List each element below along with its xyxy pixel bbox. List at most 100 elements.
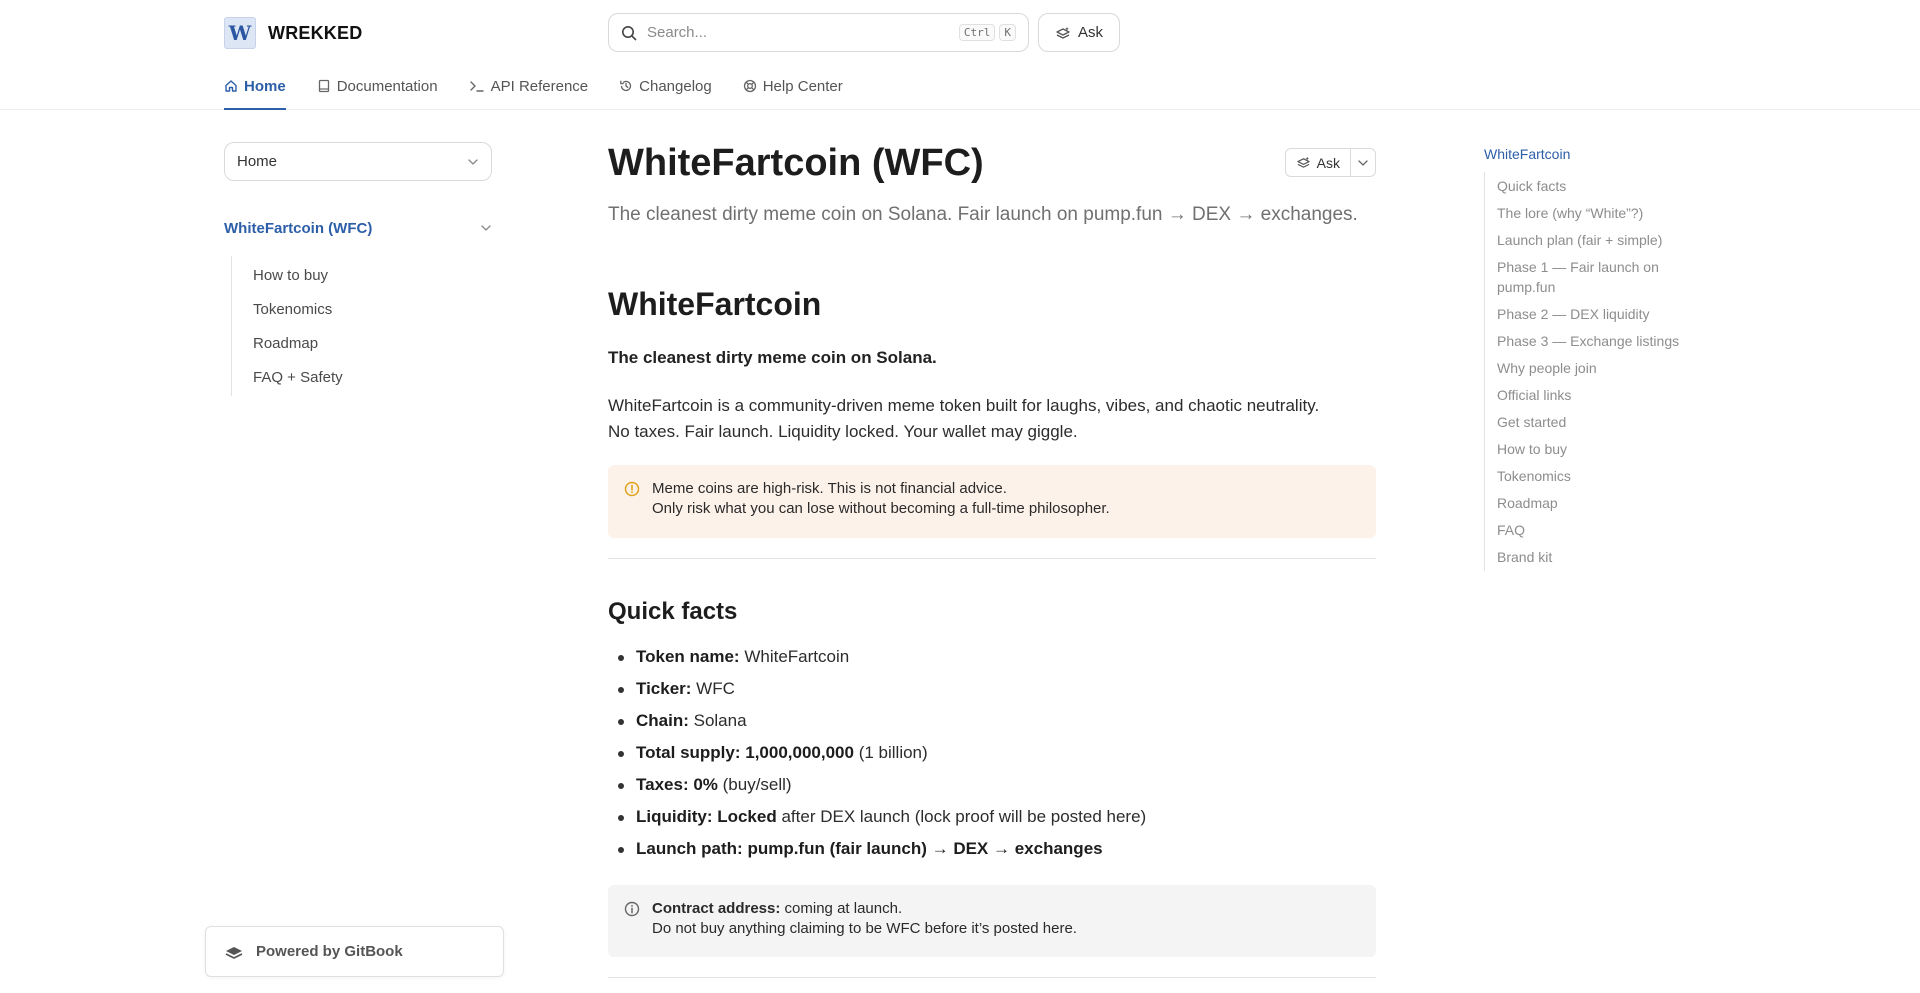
powered-by-label: Powered by GitBook	[256, 943, 403, 960]
top-tabs: Home Documentation API Reference Changel…	[224, 74, 874, 110]
space-select-value: Home	[237, 153, 278, 170]
ask-button-label: Ask	[1077, 24, 1103, 41]
gitbook-logo-icon	[225, 946, 243, 959]
toc-item-launch-plan[interactable]: Launch plan (fair + simple)	[1497, 226, 1684, 254]
quick-facts-heading: Quick facts	[608, 598, 738, 625]
toc-item-tokenomics[interactable]: Tokenomics	[1497, 462, 1684, 490]
page-title: WhiteFartcoin (WFC)	[608, 142, 984, 184]
tab-changelog[interactable]: Changelog	[619, 74, 712, 110]
toc-item-get-started[interactable]: Get started	[1497, 408, 1684, 436]
list-item: Chain: Solana	[608, 705, 1376, 737]
toc-item-faq[interactable]: FAQ	[1497, 516, 1684, 544]
toc-item-roadmap[interactable]: Roadmap	[1497, 489, 1684, 517]
main-content: WhiteFartcoin (WFC) Ask The cleanest dir…	[608, 130, 1376, 978]
toc-item-phase-3[interactable]: Phase 3 — Exchange listings	[1497, 327, 1684, 355]
search-placeholder: Search...	[647, 24, 708, 41]
contract-value: coming at launch.	[780, 900, 903, 917]
quick-facts-list: Token name: WhiteFartcoin Ticker: WFC Ch…	[608, 641, 1376, 865]
toc-item-whitefartcoin[interactable]: WhiteFartcoin	[1484, 144, 1684, 164]
warning-callout: Meme coins are high-risk. This is not fi…	[608, 465, 1376, 538]
fact-value: (buy/sell)	[717, 775, 792, 794]
info-callout: Contract address: coming at launch. Do n…	[608, 885, 1376, 957]
info-circle-icon	[624, 901, 640, 917]
fact-label: Ticker:	[636, 679, 692, 698]
shortcut-k: K	[999, 24, 1016, 41]
brand-name: WREKKED	[268, 22, 363, 43]
divider	[608, 558, 1376, 559]
fact-bold-value: pump.fun (fair launch) → DEX → exchanges	[742, 839, 1103, 858]
toc-item-how-to-buy[interactable]: How to buy	[1497, 435, 1684, 463]
toc-item-lore[interactable]: The lore (why “White”?)	[1497, 199, 1684, 227]
tab-api-reference-label: API Reference	[490, 77, 589, 95]
tab-documentation-label: Documentation	[336, 77, 438, 95]
list-item: Taxes: 0% (buy/sell)	[608, 769, 1376, 801]
shortcut-ctrl: Ctrl	[958, 24, 996, 41]
section-heading-whitefartcoin: WhiteFartcoin	[608, 286, 822, 322]
sparkle-layers-icon	[1056, 26, 1070, 39]
tab-help-center[interactable]: Help Center	[743, 74, 843, 110]
tab-api-reference[interactable]: API Reference	[469, 74, 589, 110]
fact-value: Solana	[688, 711, 747, 730]
fact-value: WFC	[691, 679, 735, 698]
list-item: Total supply: 1,000,000,000 (1 billion)	[608, 737, 1376, 769]
ask-button[interactable]: Ask	[1038, 13, 1120, 52]
toc-item-brand-kit[interactable]: Brand kit	[1497, 543, 1684, 571]
divider	[608, 977, 1376, 978]
top-header: W WREKKED Search... Ctrl K Ask Home Docu…	[0, 0, 1920, 110]
warning-line-2: Only risk what you can lose without beco…	[652, 500, 1110, 517]
intro-line-2: No taxes. Fair launch. Liquidity locked.…	[608, 422, 1078, 441]
powered-by-gitbook-link[interactable]: Powered by GitBook	[205, 926, 504, 977]
page-ask-label: Ask	[1316, 154, 1340, 171]
list-item: Ticker: WFC	[608, 673, 1376, 705]
contract-line-1: Contract address: coming at launch.	[652, 899, 1360, 919]
sidebar-item-tokenomics[interactable]: Tokenomics	[232, 292, 496, 326]
brand[interactable]: W WREKKED	[224, 17, 362, 49]
fact-value: (1 billion)	[853, 743, 928, 762]
fact-bold-value: 1,000,000,000	[740, 743, 854, 762]
chevron-down-icon[interactable]	[480, 224, 492, 232]
brand-logo: W	[224, 17, 256, 49]
toc-item-quick-facts[interactable]: Quick facts	[1497, 172, 1684, 200]
home-icon	[225, 80, 237, 92]
sidebar-item-roadmap[interactable]: Roadmap	[232, 326, 496, 360]
sidebar-item-whitefartcoin[interactable]: WhiteFartcoin (WFC)	[224, 218, 496, 238]
tab-home[interactable]: Home	[224, 74, 286, 110]
chevron-down-icon	[468, 158, 478, 165]
search-input[interactable]: Search... Ctrl K	[608, 13, 1029, 52]
contract-line-2: Do not buy anything claiming to be WFC b…	[652, 920, 1077, 937]
fact-bold-value: 0%	[688, 775, 718, 794]
fact-value: WhiteFartcoin	[739, 647, 850, 666]
tab-documentation[interactable]: Documentation	[317, 74, 438, 110]
tab-help-center-label: Help Center	[762, 77, 843, 95]
toc-item-phase-2[interactable]: Phase 2 — DEX liquidity	[1497, 300, 1684, 328]
terminal-icon	[469, 81, 484, 92]
sidebar-item-faq-safety[interactable]: FAQ + Safety	[232, 360, 496, 394]
sidebar-item-label: WhiteFartcoin (WFC)	[224, 219, 373, 237]
list-item: Launch path: pump.fun (fair launch) → DE…	[608, 833, 1376, 865]
sidebar-item-how-to-buy[interactable]: How to buy	[232, 258, 496, 292]
page-ask-button[interactable]: Ask	[1286, 149, 1351, 176]
lifebuoy-icon	[743, 79, 756, 93]
lead-text: The cleanest dirty meme coin on Solana.	[608, 348, 937, 367]
page-description: The cleanest dirty meme coin on Solana. …	[608, 204, 1358, 225]
tab-changelog-label: Changelog	[639, 77, 712, 95]
page-ask-button-group: Ask	[1284, 148, 1376, 177]
sparkle-layers-icon	[1296, 156, 1310, 168]
list-item: Liquidity: Locked after DEX launch (lock…	[608, 801, 1376, 833]
sidebar-nav: WhiteFartcoin (WFC) How to buy Tokenomic…	[224, 218, 496, 396]
toc-item-why-people-join[interactable]: Why people join	[1497, 354, 1684, 382]
page-ask-dropdown[interactable]	[1351, 149, 1375, 176]
fact-label: Liquidity:	[636, 807, 713, 826]
fact-label: Chain:	[636, 711, 689, 730]
toc-item-phase-1[interactable]: Phase 1 — Fair launch on pump.fun	[1497, 253, 1684, 301]
warning-line-1: Meme coins are high-risk. This is not fi…	[652, 480, 1007, 497]
fact-value: after DEX launch (lock proof will be pos…	[776, 807, 1147, 826]
table-of-contents: WhiteFartcoin Quick facts The lore (why …	[1484, 144, 1684, 571]
sidebar-children: How to buy Tokenomics Roadmap FAQ + Safe…	[231, 256, 496, 396]
contract-label: Contract address:	[652, 900, 781, 917]
intro-line-1: WhiteFartcoin is a community-driven meme…	[608, 396, 1320, 415]
warning-circle-icon	[624, 481, 640, 497]
space-select[interactable]: Home	[224, 142, 492, 181]
toc-item-official-links[interactable]: Official links	[1497, 381, 1684, 409]
fact-label: Token name:	[636, 647, 740, 666]
